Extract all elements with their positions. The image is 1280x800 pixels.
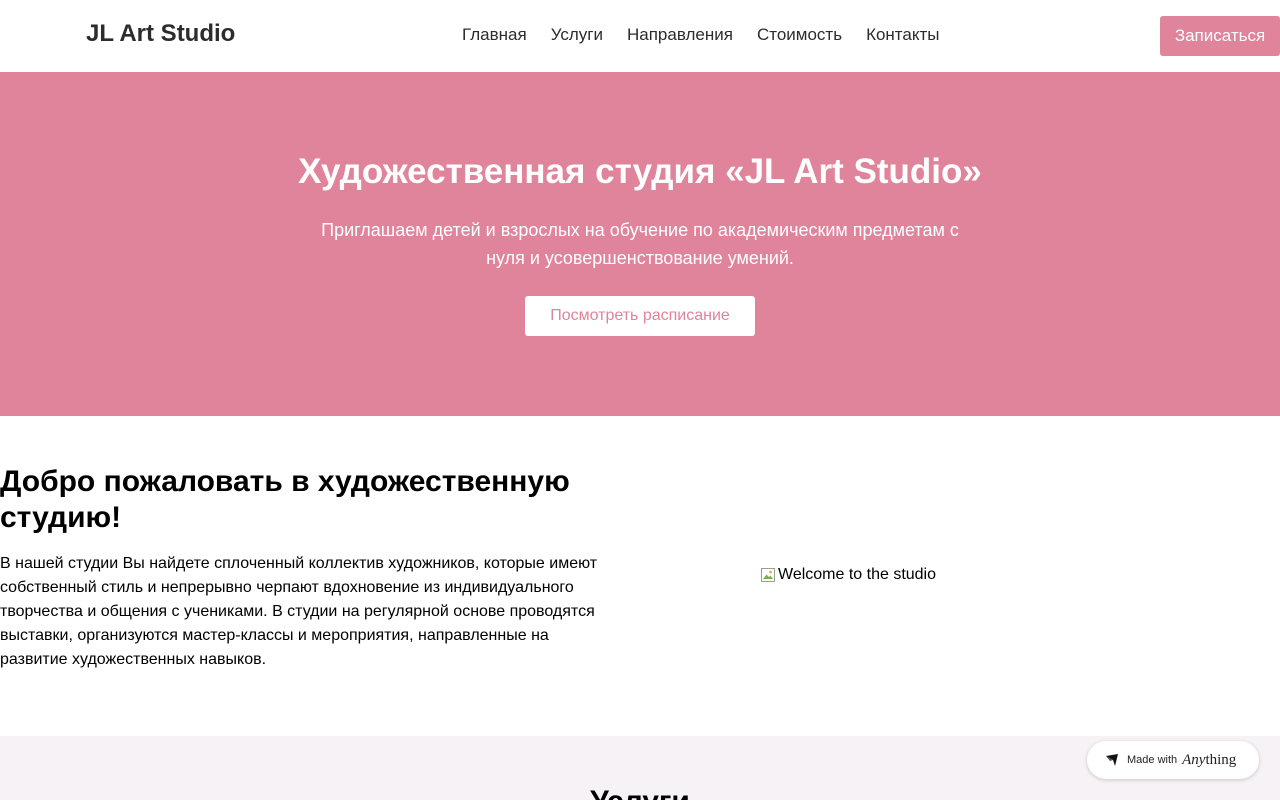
- nav-item-home[interactable]: Главная: [462, 24, 527, 46]
- badge-brand-italic: Any: [1182, 751, 1206, 768]
- nav-item-prices[interactable]: Стоимость: [757, 24, 842, 46]
- signup-button[interactable]: Записаться: [1160, 16, 1280, 56]
- welcome-section: Добро пожаловать в художественную студию…: [0, 416, 1280, 736]
- hero-section: Художественная студия «JL Art Studio» Пр…: [0, 72, 1280, 416]
- broken-image-icon: [760, 567, 776, 583]
- welcome-title: Добро пожаловать в художественную студию…: [0, 465, 570, 534]
- badge-brand: Anything: [1182, 752, 1236, 769]
- hero-title: Художественная студия «JL Art Studio»: [298, 152, 982, 191]
- site-header: JL Art Studio Главная Услуги Направления…: [0, 0, 1280, 72]
- welcome-image: Welcome to the studio: [760, 564, 936, 586]
- nav-item-services[interactable]: Услуги: [551, 24, 603, 46]
- made-with-text: Made with: [1127, 754, 1178, 766]
- page: JL Art Studio Главная Услуги Направления…: [0, 0, 1280, 800]
- hero-subtitle: Приглашаем детей и взрослых на обучение …: [321, 220, 959, 268]
- made-with-badge[interactable]: Made with Anything: [1087, 741, 1259, 779]
- nav-item-directions[interactable]: Направления: [627, 24, 733, 46]
- badge-brand-rest: thing: [1205, 751, 1237, 768]
- main-nav: Главная Услуги Направления Стоимость Кон…: [462, 24, 940, 46]
- anything-logo-icon: [1105, 753, 1119, 767]
- welcome-text: В нашей студии Вы найдете сплоченный кол…: [0, 555, 598, 668]
- logo[interactable]: JL Art Studio: [86, 20, 235, 48]
- welcome-image-alt: Welcome to the studio: [778, 566, 937, 583]
- services-title: Услуги: [0, 784, 1280, 800]
- nav-item-contacts[interactable]: Контакты: [866, 24, 939, 46]
- view-schedule-button[interactable]: Посмотреть расписание: [525, 296, 755, 336]
